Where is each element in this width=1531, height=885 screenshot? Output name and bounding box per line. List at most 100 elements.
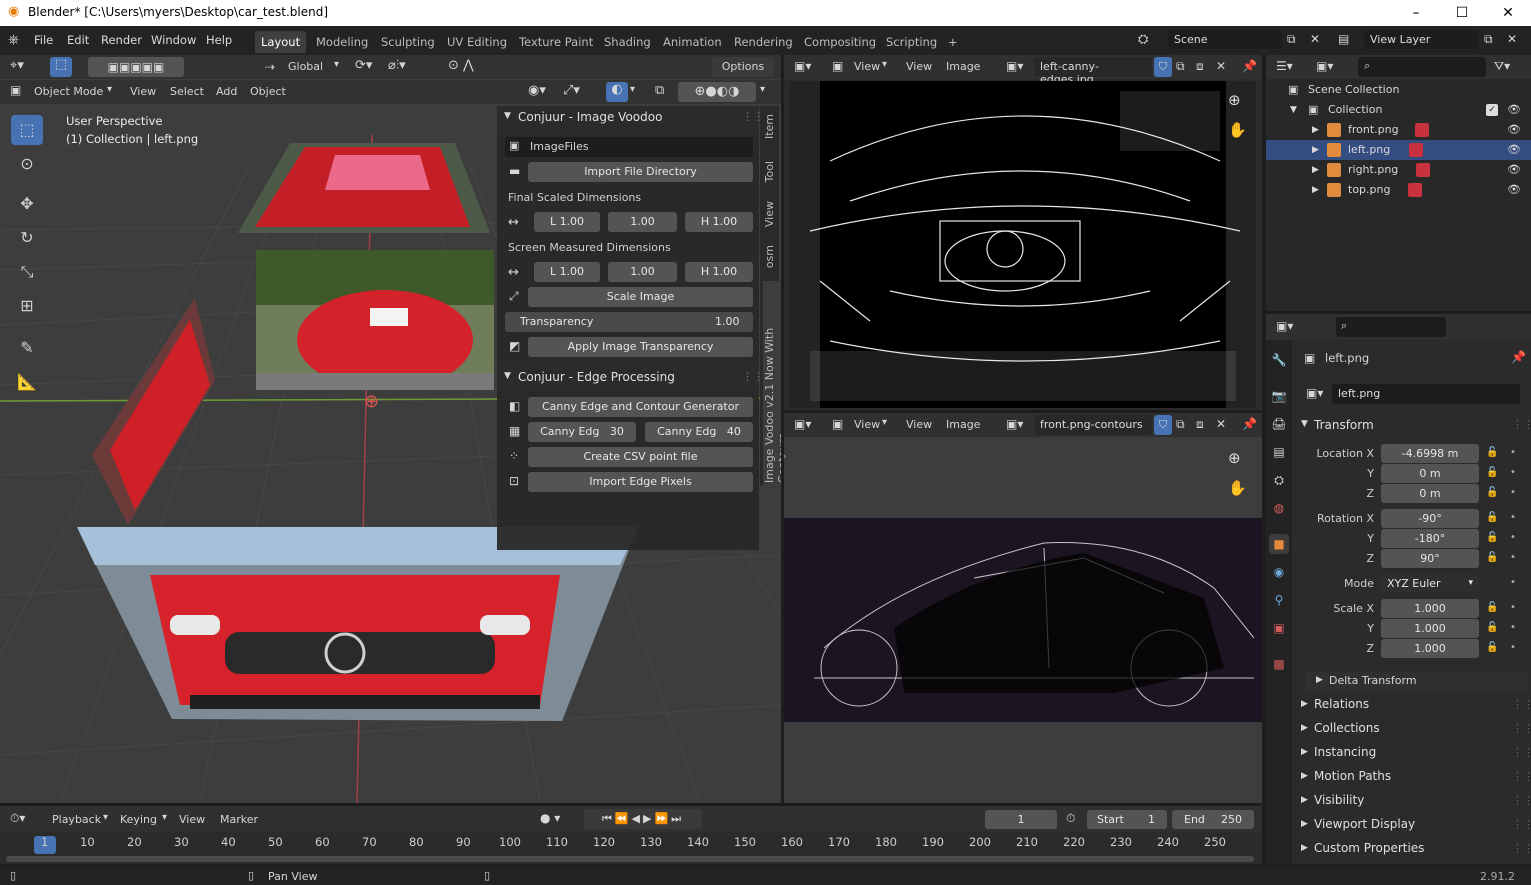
drag-handle-icon[interactable]: ⋮⋮: [1512, 722, 1531, 735]
ie-bottom-menu-view[interactable]: View: [906, 418, 932, 431]
scene-tab-icon[interactable]: ⛭: [1269, 470, 1289, 490]
delete-view-layer-icon[interactable]: ✕: [1507, 32, 1517, 46]
options-dropdown[interactable]: Options: [712, 57, 774, 77]
ie-top-menu-image[interactable]: Image: [946, 60, 980, 73]
scale-z-field[interactable]: 1.000: [1381, 639, 1479, 658]
view-mode-icon-2[interactable]: ▣: [832, 417, 843, 431]
location-x-field[interactable]: -4.6998 m: [1381, 444, 1479, 463]
menu-window[interactable]: Window: [151, 33, 196, 47]
tab-shading[interactable]: Shading: [598, 31, 657, 53]
lock-icon[interactable]: 🔓: [1486, 447, 1498, 458]
drag-handle-icon[interactable]: ⋮⋮: [1512, 698, 1531, 711]
tab-item[interactable]: Item: [763, 114, 776, 139]
ie-top-menu-view[interactable]: View: [906, 60, 932, 73]
panel-motion-paths[interactable]: ▶ Motion Paths ⋮⋮: [1294, 766, 1531, 788]
tab-modeling[interactable]: Modeling: [310, 31, 374, 53]
outliner-item-right[interactable]: ▶ right.png 👁: [1266, 160, 1531, 180]
fake-user-icon[interactable]: ⛉: [1154, 57, 1172, 77]
constraints-tab-icon[interactable]: ⚲: [1269, 590, 1289, 610]
final-mid-field[interactable]: 1.00: [608, 212, 677, 232]
properties-editor[interactable]: ▣▾ ⌕ 🔧 📷 🖨 ▤ ⛭ ◍ ■ ◉ ⚲ ▣ ▩ ▣ left.png 📌 …: [1266, 314, 1531, 864]
tab-uv-editing[interactable]: UV Editing: [441, 31, 513, 53]
keyframe-dot-icon[interactable]: •: [1510, 532, 1516, 543]
overlays-icon[interactable]: ◐: [606, 82, 628, 102]
orientation-icon[interactable]: ⇢: [265, 60, 275, 74]
screen-mid-field[interactable]: 1.00: [608, 262, 677, 282]
3d-cursor-icon[interactable]: ⊕: [364, 391, 379, 412]
scale-image-button[interactable]: Scale Image: [528, 287, 753, 307]
tab-scripting[interactable]: Scripting: [880, 31, 943, 53]
image-data-icon[interactable]: [1416, 163, 1430, 177]
snap-icon[interactable]: ⌀⫶▾: [388, 58, 406, 73]
ie-top-view-select[interactable]: View: [854, 60, 880, 73]
move-tool-icon[interactable]: ✥: [11, 189, 43, 219]
transform-tool-icon[interactable]: ⊞: [11, 291, 43, 321]
render-tab-icon[interactable]: 📷: [1269, 386, 1289, 406]
voodoo-panel-header[interactable]: ▼ Conjuur - Image Voodoo ⋮⋮: [497, 106, 764, 130]
new-scene-icon[interactable]: ⧉: [1287, 32, 1296, 47]
scene-collection-row[interactable]: ▣ Scene Collection: [1266, 80, 1531, 100]
tab-osm[interactable]: osm: [763, 245, 776, 268]
edge-collapse-icon[interactable]: ▼: [504, 371, 511, 381]
editor-type-icon[interactable]: ⌖▾: [10, 58, 24, 73]
drag-handle-icon[interactable]: ⋮⋮: [1512, 794, 1531, 807]
tab-sculpting[interactable]: Sculpting: [375, 31, 441, 53]
drag-handle-icon[interactable]: ⋮⋮: [1512, 770, 1531, 783]
new-image-icon[interactable]: ⧉: [1176, 59, 1185, 74]
ie-bottom-view-select[interactable]: View: [854, 418, 880, 431]
blender-menu-icon[interactable]: ⎈: [8, 32, 19, 48]
select-box-tool-icon[interactable]: ⬚: [11, 115, 43, 145]
menu-edit[interactable]: Edit: [67, 33, 89, 47]
ie-bottom-view-dropdown-icon[interactable]: ▾: [882, 417, 887, 428]
panel-viewport-display[interactable]: ▶ Viewport Display ⋮⋮: [1294, 814, 1531, 836]
expand-icon[interactable]: ▶: [1301, 723, 1308, 733]
lock-icon[interactable]: 🔓: [1486, 642, 1498, 653]
pin-icon-3[interactable]: 📌: [1511, 350, 1526, 364]
tool-tab-icon[interactable]: 🔧: [1269, 350, 1289, 370]
expand-icon[interactable]: ▶: [1301, 699, 1308, 709]
image-name-field-2[interactable]: front.png-contours: [1034, 415, 1152, 435]
rotation-z-field[interactable]: 90°: [1381, 549, 1479, 568]
collection-row[interactable]: ▼ ▣ Collection ✓ 👁: [1266, 100, 1531, 120]
ie-bottom-menu-image[interactable]: Image: [946, 418, 980, 431]
eye-icon[interactable]: 👁: [1507, 160, 1521, 180]
apply-transparency-button[interactable]: Apply Image Transparency: [528, 337, 753, 357]
delta-expand-icon[interactable]: ▶: [1316, 675, 1323, 685]
pin-icon-2[interactable]: 📌: [1242, 417, 1257, 431]
keyframe-dot-icon[interactable]: •: [1510, 552, 1516, 563]
gizmo-icon[interactable]: ⤢▾: [563, 83, 580, 98]
collection-checkbox[interactable]: ✓: [1486, 104, 1498, 116]
rotation-mode-select[interactable]: XYZ Euler ▾: [1381, 574, 1479, 593]
panel-relations[interactable]: ▶ Relations ⋮⋮: [1294, 694, 1531, 716]
add-workspace-button[interactable]: +: [942, 31, 964, 53]
final-l-field[interactable]: L 1.00: [534, 212, 600, 232]
image-data-icon[interactable]: [1415, 123, 1429, 137]
view-layer-icon[interactable]: ▤: [1338, 32, 1349, 46]
tab-view[interactable]: View: [763, 201, 776, 227]
panel-custom-properties[interactable]: ▶ Custom Properties ⋮⋮: [1294, 838, 1531, 860]
edge-panel-header[interactable]: ▼ Conjuur - Edge Processing ⋮⋮: [497, 366, 764, 390]
overlays-dropdown-icon[interactable]: ▾: [630, 84, 635, 95]
image-editor-bottom[interactable]: ▣▾ ▣ View ▾ View Image ▣▾ front.png-cont…: [784, 413, 1262, 803]
tab-image-vodoo[interactable]: Image Vodoo v2.1 Now With Contours: [763, 281, 781, 486]
new-view-layer-icon[interactable]: ⧉: [1484, 32, 1493, 47]
start-frame-field[interactable]: Start 1: [1087, 810, 1167, 829]
drag-handle-icon[interactable]: ⋮⋮: [1512, 842, 1531, 855]
measure-tool-icon[interactable]: 📐: [11, 367, 43, 397]
rotate-tool-icon[interactable]: ↻: [11, 223, 43, 253]
outliner-item-top[interactable]: ▶ top.png 👁: [1266, 180, 1531, 200]
tab-rendering[interactable]: Rendering: [728, 31, 799, 53]
texture-tab-icon[interactable]: ▩: [1269, 654, 1289, 674]
viewport-menu-select[interactable]: Select: [170, 85, 204, 98]
image-name-field[interactable]: left-canny-edges.jpg: [1034, 57, 1152, 86]
collection-eye-icon[interactable]: 👁: [1507, 100, 1521, 120]
timeline-menu-keying[interactable]: Keying: [120, 813, 157, 826]
image-editor-type-icon[interactable]: ▣▾: [794, 59, 811, 73]
viewport-menu-view[interactable]: View: [130, 85, 156, 98]
rotation-x-field[interactable]: -90°: [1381, 509, 1479, 528]
location-y-field[interactable]: 0 m: [1381, 464, 1479, 483]
outliner-search-input[interactable]: [1358, 57, 1486, 77]
transparency-slider[interactable]: Transparency 1.00: [505, 312, 753, 332]
final-h-field[interactable]: H 1.00: [685, 212, 753, 232]
lock-icon[interactable]: 🔓: [1486, 602, 1498, 613]
